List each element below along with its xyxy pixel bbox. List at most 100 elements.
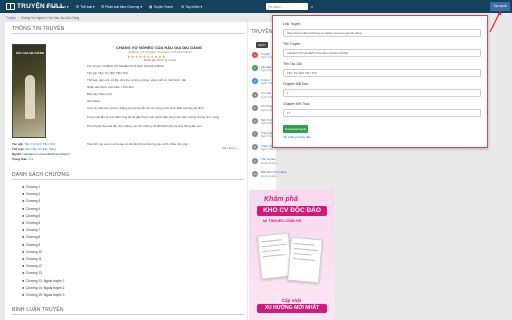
nav-item-settings[interactable]: ⚙ Tùy chỉnh ▾ (181, 3, 202, 10)
read-more-link[interactable]: Xem thêm » (222, 146, 238, 150)
sidebar-story-link[interactable]: Tân Nghiệt (261, 157, 276, 161)
sidebar-story-genre: Huyền Huyễn (261, 161, 277, 165)
advertisement-banner[interactable]: Khám phá KHO CV ĐỘC ĐÁO tại TINVIEC.COM.… (249, 190, 334, 320)
description-line: Trong một lần về quê thăm ông bà thì gặp… (87, 115, 222, 119)
description-line: Tiểu thuyết theo tiết tấu nhẹ nhàng, xen… (87, 124, 205, 128)
search-icon[interactable]: ⌕ (309, 3, 315, 10)
cover-text: HẦU GIA DỊU DÀNG (16, 51, 45, 55)
chapter-link[interactable]: ❥Chương 14: Ngoại truyện 2 (22, 286, 64, 290)
book-icon (6, 3, 15, 10)
nav-item-genre[interactable]: ☰ Thể loại ▾ (76, 3, 95, 10)
create-epub-button[interactable]: Tạo epub (490, 2, 510, 11)
bullet-icon: ❥ (22, 242, 25, 247)
sidebar-story-link[interactable]: Truyện (261, 52, 270, 56)
rating-text: Đánh giá: 10/10 từ 1 lượt (144, 58, 176, 62)
ad-line: XU HƯỚNG MỚI NHẤT (257, 304, 327, 313)
info-source: Nguồn: wattpad.com/user/MeNotemPeach (12, 152, 70, 156)
rank-badge: 9 (252, 157, 258, 164)
divider (12, 33, 244, 34)
description-line: Giới thiệu: (87, 99, 101, 103)
chapter-link[interactable]: ❥Chương 2 (22, 192, 40, 196)
divider (12, 179, 244, 180)
end-chapter-field[interactable]: 17 (283, 109, 481, 117)
description-line: Biên tập: Mèo Lười (87, 92, 112, 96)
chapter-link[interactable]: ❥Chương 13: Ngoại truyện 1 (22, 279, 64, 283)
sidebar-story-link[interactable]: Mối Tình (261, 118, 273, 122)
nav-item-comics[interactable]: ▤ Truyện Tranh (149, 3, 173, 10)
end-chapter-label: Chapter Kết Thúc (283, 102, 310, 106)
divider (12, 314, 244, 315)
chapter-link[interactable]: ❥Chương 13 (22, 271, 42, 275)
link-field[interactable]: https://truyenfull.vn/chang-vo-ngheo-cua… (283, 29, 481, 37)
ad-line: KHO CV ĐỘC ĐÁO (257, 206, 327, 216)
chapter-link[interactable]: ❥Chương 11 (22, 257, 42, 261)
search-input[interactable] (266, 3, 308, 10)
bullet-icon: ❥ (22, 278, 25, 283)
rank-badge: 6 (252, 118, 258, 124)
story-info-heading: THÔNG TIN TRUYỆN (12, 26, 65, 32)
download-epub-button[interactable]: Download Epub (283, 125, 308, 133)
bullet-icon: ❥ (22, 199, 25, 204)
rank-badge: 5 (252, 104, 258, 111)
ad-line: Cập nhật (281, 298, 302, 303)
info-status: Trạng thái: Full (12, 157, 34, 161)
chapter-link[interactable]: ❥Chương 10 (22, 250, 42, 254)
sidebar-heading: TRUYỆN (251, 29, 273, 35)
nav-item-list[interactable]: ☰ Danh sách ▾ (46, 3, 69, 10)
chapter-link[interactable]: ❥Chương 12 (22, 264, 42, 268)
bullet-icon: ❥ (22, 228, 25, 233)
title-label: Tên Truyện (283, 42, 301, 46)
epub-download-popup: Link Truyện https://truyenfull.vn/chang-… (272, 15, 488, 148)
sidebar-story-genre: Ngôn Tình (261, 148, 274, 152)
chapter-list-heading: DANH SÁCH CHƯƠNG (12, 172, 70, 178)
rank-badge: 10 (252, 170, 258, 177)
chapter-link[interactable]: ❥Chương 1 (22, 185, 40, 189)
chapter-link[interactable]: ❥Chương 9 (22, 243, 40, 247)
caret-down-icon: ▾ (92, 4, 95, 9)
gear-icon: ⚙ (181, 4, 185, 9)
ad-line: tại TINVIEC.COM.VN (263, 218, 302, 223)
breadcrumb: Truyện › Chàng Vợ Nghèo Của Hầu Gia Dịu … (6, 15, 79, 21)
author-label: Tên Tác Giả (283, 62, 302, 66)
sidebar-story-link[interactable]: Bất Diệt Vĩnh Hằng (261, 170, 287, 174)
bullet-icon: ❥ (22, 257, 25, 261)
cv-document-image (287, 236, 323, 284)
caret-down-icon: ▾ (66, 4, 69, 9)
bullet-icon: ❥ (22, 213, 25, 218)
tab-day[interactable]: NGÀY (256, 42, 268, 48)
rank-badge: 4 (252, 91, 258, 98)
bullet-icon: ❥ (22, 221, 25, 225)
start-chapter-field[interactable]: 1 (283, 89, 481, 97)
chapter-link[interactable]: ❥Chương 4 (22, 207, 40, 211)
bullet-icon: ❥ (22, 192, 25, 197)
chapter-link[interactable]: ❥Chương 7 (22, 228, 40, 232)
chapter-link[interactable]: ❥Chương 3 (22, 199, 40, 203)
list-icon: ☰ (76, 4, 80, 9)
book-cover: HẦU GIA DỊU DÀNG (12, 44, 46, 138)
bullet-icon: ❥ (22, 235, 25, 240)
author-field[interactable]: Tầm Tra Nhữ Tầm Tinh (283, 69, 481, 77)
chapter-link[interactable]: ❥Chương 6 (22, 221, 40, 225)
bullet-icon: ❥ (22, 271, 25, 276)
bullet-icon: ❥ (22, 264, 25, 269)
bullet-icon: ❥ (22, 206, 25, 211)
info-author: Tác giả: Tầm Tra Nhữ Tầm Tinh (12, 142, 56, 146)
title-field[interactable]: CHÀNG VỢ NGHÈO CỦA HẦU GIA DỊU DÀNG (283, 49, 481, 57)
sidebar-story-genre: Huyền Huyễn (261, 174, 277, 178)
bullet-icon: ❥ (22, 285, 25, 290)
guide-link[interactable]: Tài xuống hướng dẫn (283, 135, 311, 139)
caret-down-icon: ▾ (140, 4, 143, 9)
cover-figure (25, 75, 35, 119)
breadcrumb-current[interactable]: Chàng Vợ Nghèo Của Hầu Gia Dịu Dàng (21, 16, 79, 20)
chapter-link[interactable]: ❥Chương 5 (22, 214, 40, 218)
sidebar-story-link[interactable]: Cố Tổng (261, 104, 272, 108)
sidebar-story-link[interactable]: Vợ Yêu (261, 91, 271, 95)
bullet-icon: ❥ (22, 293, 25, 297)
description-line: Trên đời này còn có ai là sao có thể để … (87, 142, 190, 146)
breadcrumb-home[interactable]: Truyện (6, 16, 16, 20)
nav-item-chapters[interactable]: ☰ Phân loại theo Chương ▾ (101, 3, 142, 10)
description-line: Cha mẹ mất sớm cùng 1 thằng em trai lay … (87, 106, 206, 110)
arrow-line (489, 11, 501, 33)
chapter-link[interactable]: ❥Chương 15: Ngoại truyện 3 (22, 293, 64, 297)
chapter-link[interactable]: ❥Chương 8 (22, 235, 40, 239)
